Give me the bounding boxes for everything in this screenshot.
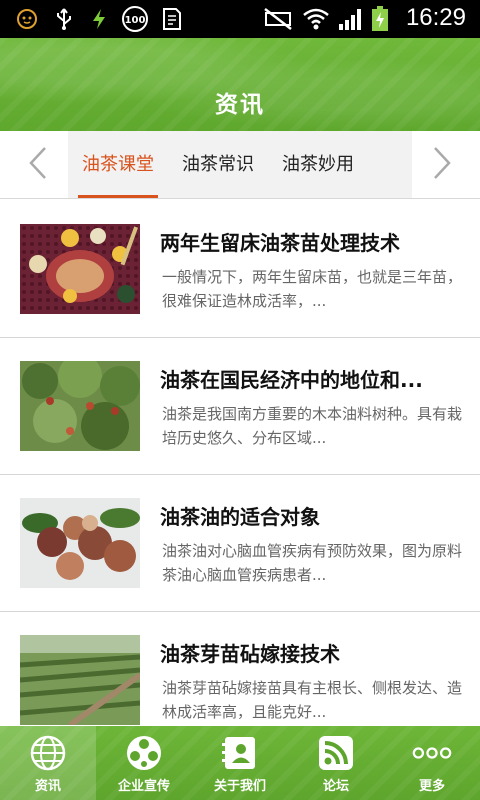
news-title: 油茶油的适合对象 xyxy=(160,505,320,529)
nav-label: 关于我们 xyxy=(213,779,266,794)
silent-mode-icon xyxy=(262,7,294,31)
screenshot-doc-icon xyxy=(160,7,184,31)
news-summary: 油茶是我国南方重要的木本油料树种。具有栽培历史悠久、分布区域... xyxy=(162,405,463,447)
news-thumbnail-tea-set xyxy=(20,224,140,314)
nav-label: 更多 xyxy=(418,779,445,794)
more-dots-icon xyxy=(412,733,452,773)
list-item[interactable]: 油茶在国民经济中的地位和... 油茶是我国南方重要的木本油料树种。具有栽培历史悠… xyxy=(0,338,480,475)
news-summary: 油茶芽苗砧嫁接苗具有主根长、侧根发达、造林成活率高，且能克好... xyxy=(162,679,463,721)
usb-icon xyxy=(52,7,76,31)
nav-label: 论坛 xyxy=(322,779,349,794)
nav-label: 资讯 xyxy=(34,779,61,794)
tab-youcha-miaoyong[interactable]: 油茶妙用 xyxy=(278,131,358,198)
status-time: 16:29 xyxy=(405,4,466,31)
rss-feed-icon xyxy=(316,733,356,773)
film-reel-icon xyxy=(124,733,164,773)
category-tab-strip: 油茶课堂 油茶常识 油茶妙用 xyxy=(0,131,480,199)
nav-item-more[interactable]: 更多 xyxy=(384,726,480,800)
battery-100-badge-icon: 100 xyxy=(120,6,150,32)
nav-label: 企业宣传 xyxy=(117,779,170,794)
tab-next-button[interactable] xyxy=(422,145,462,185)
news-title: 两年生留床油茶苗处理技术 xyxy=(160,231,400,255)
charging-bolt-icon xyxy=(88,7,110,31)
signal-icon xyxy=(338,7,364,31)
news-summary: 油茶油对心脑血管疾病有预防效果，图为原料茶油心脑血管疾病患者... xyxy=(162,542,463,584)
tab-youcha-ketang[interactable]: 油茶课堂 xyxy=(78,131,158,198)
globe-icon xyxy=(28,733,68,773)
news-summary: 一般情况下，两年生留床苗，也就是三年苗，很难保证造林成活率，... xyxy=(162,268,463,310)
bottom-navigation: 资讯 企业宣传 关于我们 论坛 更多 xyxy=(0,726,480,800)
chevron-right-icon xyxy=(432,146,452,184)
list-item[interactable]: 油茶油的适合对象 油茶油对心脑血管疾病有预防效果，图为原料茶油心脑血管疾病患者.… xyxy=(0,475,480,612)
battery-icon xyxy=(370,6,390,31)
wifi-icon xyxy=(302,7,330,31)
contact-card-icon xyxy=(220,733,260,773)
news-thumbnail-camellia-fruit xyxy=(20,498,140,588)
nav-item-company[interactable]: 企业宣传 xyxy=(96,726,192,800)
battery-badge-text: 100 xyxy=(125,15,146,26)
page-title: 资讯 xyxy=(215,92,265,118)
news-thumbnail-camellia-tree xyxy=(20,361,140,451)
app-header: 资讯 xyxy=(0,38,480,131)
list-item[interactable]: 两年生留床油茶苗处理技术 一般情况下，两年生留床苗，也就是三年苗，很难保证造林成… xyxy=(0,201,480,338)
news-title: 油茶在国民经济中的地位和... xyxy=(160,368,423,392)
nav-item-forum[interactable]: 论坛 xyxy=(288,726,384,800)
nav-item-about[interactable]: 关于我们 xyxy=(192,726,288,800)
news-title: 油茶芽苗砧嫁接技术 xyxy=(160,642,340,666)
tab-prev-button[interactable] xyxy=(18,145,58,185)
status-bar: 100 16:29 xyxy=(0,0,480,38)
tab-youcha-changshi[interactable]: 油茶常识 xyxy=(178,131,258,198)
tab-scroller: 油茶课堂 油茶常识 油茶妙用 xyxy=(68,131,412,198)
chevron-left-icon xyxy=(28,146,48,184)
news-thumbnail-seedlings xyxy=(20,635,140,725)
cat-face-icon xyxy=(14,7,40,31)
nav-item-news[interactable]: 资讯 xyxy=(0,726,96,800)
